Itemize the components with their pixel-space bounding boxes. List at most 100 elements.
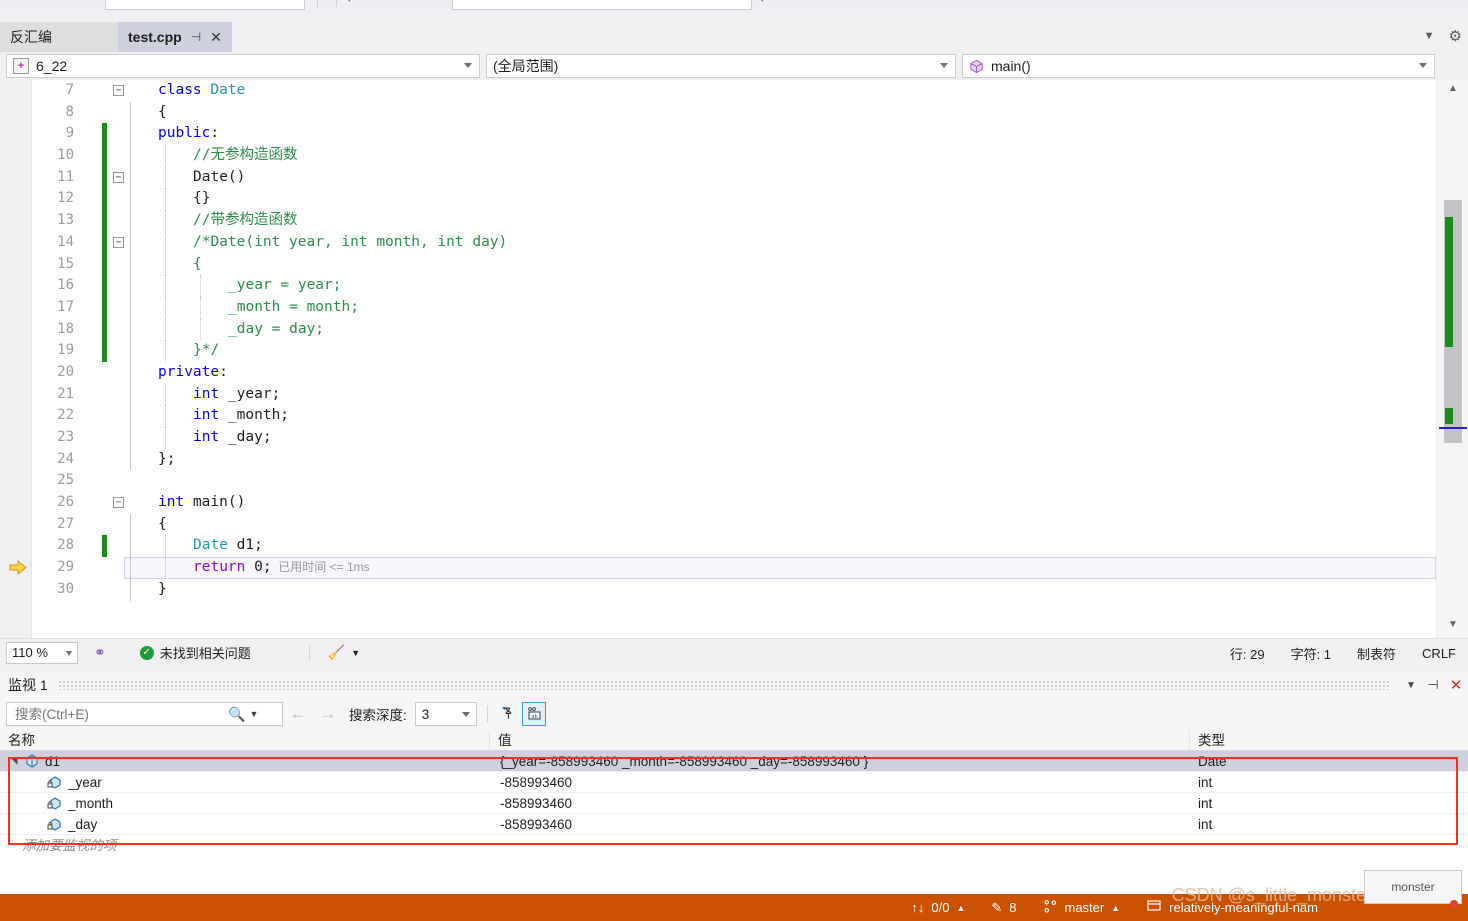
code-line[interactable]: 17 _month = month; [32, 296, 1436, 319]
editor-text-area[interactable]: 7− class Date 8{9 public: 10//无参构造函数 11− Date(… [9, 80, 1436, 638]
hex-display-icon[interactable]: ab [521, 702, 546, 726]
watch-value-cell[interactable]: {_year=-858993460 _month=-858993460 _day… [490, 751, 1190, 771]
search-input[interactable] [13, 705, 228, 723]
editor-vertical-scrollbar[interactable]: ▲ ▼ [1436, 80, 1468, 638]
code-line[interactable]: 28 Date d1; [32, 535, 1436, 558]
code-token: int [193, 407, 220, 424]
code-line[interactable]: 11 − Date() [32, 166, 1436, 189]
code-line[interactable]: 29 return 0; 已用时间 <= 1ms [9, 557, 1436, 579]
caret-line-indicator: 行: 29 [1229, 646, 1265, 662]
column-header-value[interactable]: 值 [490, 730, 1190, 750]
code-line[interactable]: 25 [32, 470, 1436, 492]
tab-test-cpp[interactable]: test.cpp ⊣ ✕ [118, 22, 232, 52]
chevron-down-icon[interactable]: ▼ [351, 648, 360, 658]
code-line[interactable]: 12 {} [32, 188, 1436, 211]
close-icon[interactable]: ✕ [210, 29, 222, 46]
svg-text:ab: ab [531, 714, 538, 720]
code-token: _year = year; [228, 277, 342, 294]
tab-disassembly[interactable]: 反汇编 [0, 22, 118, 52]
code-line[interactable]: 22 int _month; [32, 405, 1436, 427]
code-line[interactable]: 7− class Date [32, 80, 1436, 102]
code-token: : [210, 125, 220, 142]
code-line[interactable]: 9 public: [32, 123, 1436, 146]
expander-toggle[interactable]: ◢ [4, 753, 25, 769]
scope-dropdown[interactable]: (全局范围) [486, 54, 956, 78]
code-line[interactable]: 8{ [32, 101, 1436, 124]
fold-collapse-icon[interactable]: − [113, 236, 124, 248]
table-row[interactable]: _year -858993460 int [0, 772, 1468, 793]
code-cleanup-button[interactable]: 🧹 ▼ [328, 644, 360, 661]
code-line[interactable]: 19}*/ [32, 340, 1436, 362]
add-watch-item-placeholder[interactable]: 添加要监视的项 [0, 835, 1468, 856]
watch-name-cell[interactable]: _year [0, 772, 490, 792]
chevron-down-icon[interactable]: ▼ [1400, 680, 1422, 691]
search-depth-dropdown[interactable]: 3 [414, 702, 477, 726]
code-line[interactable]: 16 _year = year; [32, 275, 1436, 297]
code-line[interactable]: 14 − /*Date(int year, int month, int day) [32, 231, 1436, 254]
fold-collapse-icon[interactable]: − [113, 171, 124, 183]
fold-collapse-icon[interactable]: − [113, 497, 124, 509]
change-indicator [102, 296, 107, 319]
chevron-down-icon[interactable]: ▼ [1424, 30, 1435, 42]
table-row[interactable]: ◢ d1 {_year=-858993460 _month=-858993460 _… [0, 751, 1468, 772]
toolbar-caret-1[interactable]: ▾ [347, 0, 352, 5]
code-editor[interactable]: 7− class Date 8{9 public: 10//无参构造函数 11− Date(… [0, 80, 1468, 638]
sync-status[interactable]: ↑↓ 0/0 ▲ [911, 900, 965, 915]
code-line[interactable]: 18 _day = day; [32, 318, 1436, 341]
code-line[interactable]: 27 { [32, 513, 1436, 536]
code-line[interactable]: 26− int main() [32, 492, 1436, 514]
code-token: : [219, 363, 228, 380]
scroll-down-icon[interactable]: ▼ [1441, 619, 1465, 635]
code-line[interactable]: 30} [32, 578, 1436, 601]
notification-bell-icon[interactable] [1450, 900, 1458, 908]
git-branch-selector[interactable]: master ▲ [1043, 899, 1120, 917]
watch-grid[interactable]: 名称 值 类型 ◢ d1 {_year=-858993460 _month=-858… [0, 730, 1468, 894]
watch-value-cell[interactable]: -858993460 [490, 793, 1190, 813]
line-number: 29 [57, 559, 74, 576]
watermark-text: CSDN @s_little_monster [1171, 885, 1372, 905]
watch-name-cell[interactable]: _month [0, 793, 490, 813]
watch-value-cell[interactable]: -858993460 [490, 772, 1190, 792]
intellisense-icon[interactable]: ⚭ [94, 644, 106, 661]
arrow-left-icon[interactable]: ← [283, 704, 313, 724]
watch-value-cell[interactable]: -858993460 [490, 814, 1190, 834]
code-line[interactable]: 13 //带参构造函数 [32, 210, 1436, 232]
code-line[interactable]: 24}; [32, 448, 1436, 471]
scroll-up-icon[interactable]: ▲ [1441, 83, 1465, 99]
drag-handle-dots[interactable] [57, 680, 1390, 690]
fold-collapse-icon[interactable]: − [113, 85, 124, 96]
watch-name-cell[interactable]: _day [0, 814, 490, 834]
zoom-level-dropdown[interactable]: 110 % [6, 641, 78, 664]
code-line[interactable]: 15 { [32, 253, 1436, 276]
gear-icon[interactable]: ⚙ [1449, 27, 1462, 45]
column-header-type[interactable]: 类型 [1190, 730, 1468, 750]
close-icon[interactable]: ✕ [1444, 676, 1468, 694]
issue-status[interactable]: ✓ 未找到相关问题 [139, 643, 251, 662]
line-number: 12 [57, 190, 74, 207]
magnifier-icon[interactable]: 🔍 [228, 706, 245, 723]
pin-filter-icon[interactable] [498, 702, 522, 726]
pending-changes[interactable]: ✎ 8 [991, 900, 1016, 916]
code-line[interactable]: 20 private: [32, 361, 1436, 384]
project-dropdown[interactable]: + 6_22 [6, 54, 480, 78]
toolbar-caret-2[interactable]: ▾ [760, 0, 765, 5]
pin-icon[interactable]: ⊣ [1422, 677, 1444, 693]
member-dropdown[interactable]: main() [962, 54, 1435, 78]
line-number: 15 [57, 255, 74, 272]
code-line[interactable]: 21 int _year; [32, 383, 1436, 406]
editor-indicator-margin[interactable] [0, 80, 32, 638]
watch-name-cell[interactable]: ◢ d1 [0, 751, 490, 771]
pin-icon[interactable]: ⊣ [191, 30, 201, 44]
toolbar-combo-2[interactable] [452, 0, 752, 10]
code-text: Date d1; [124, 535, 263, 557]
table-row[interactable]: _day -858993460 int [0, 814, 1468, 835]
toolbar-combo-1[interactable] [105, 0, 305, 10]
arrow-right-icon[interactable]: → [313, 704, 343, 724]
column-header-name[interactable]: 名称 [0, 730, 490, 750]
watch-search-box[interactable]: 🔍 ▼ [6, 702, 283, 726]
code-token: { [193, 255, 202, 272]
chevron-down-icon[interactable]: ▼ [249, 709, 258, 719]
code-line[interactable]: 23 int _day; [32, 427, 1436, 449]
code-line[interactable]: 10 //无参构造函数 [32, 145, 1436, 167]
table-row[interactable]: _month -858993460 int [0, 793, 1468, 814]
